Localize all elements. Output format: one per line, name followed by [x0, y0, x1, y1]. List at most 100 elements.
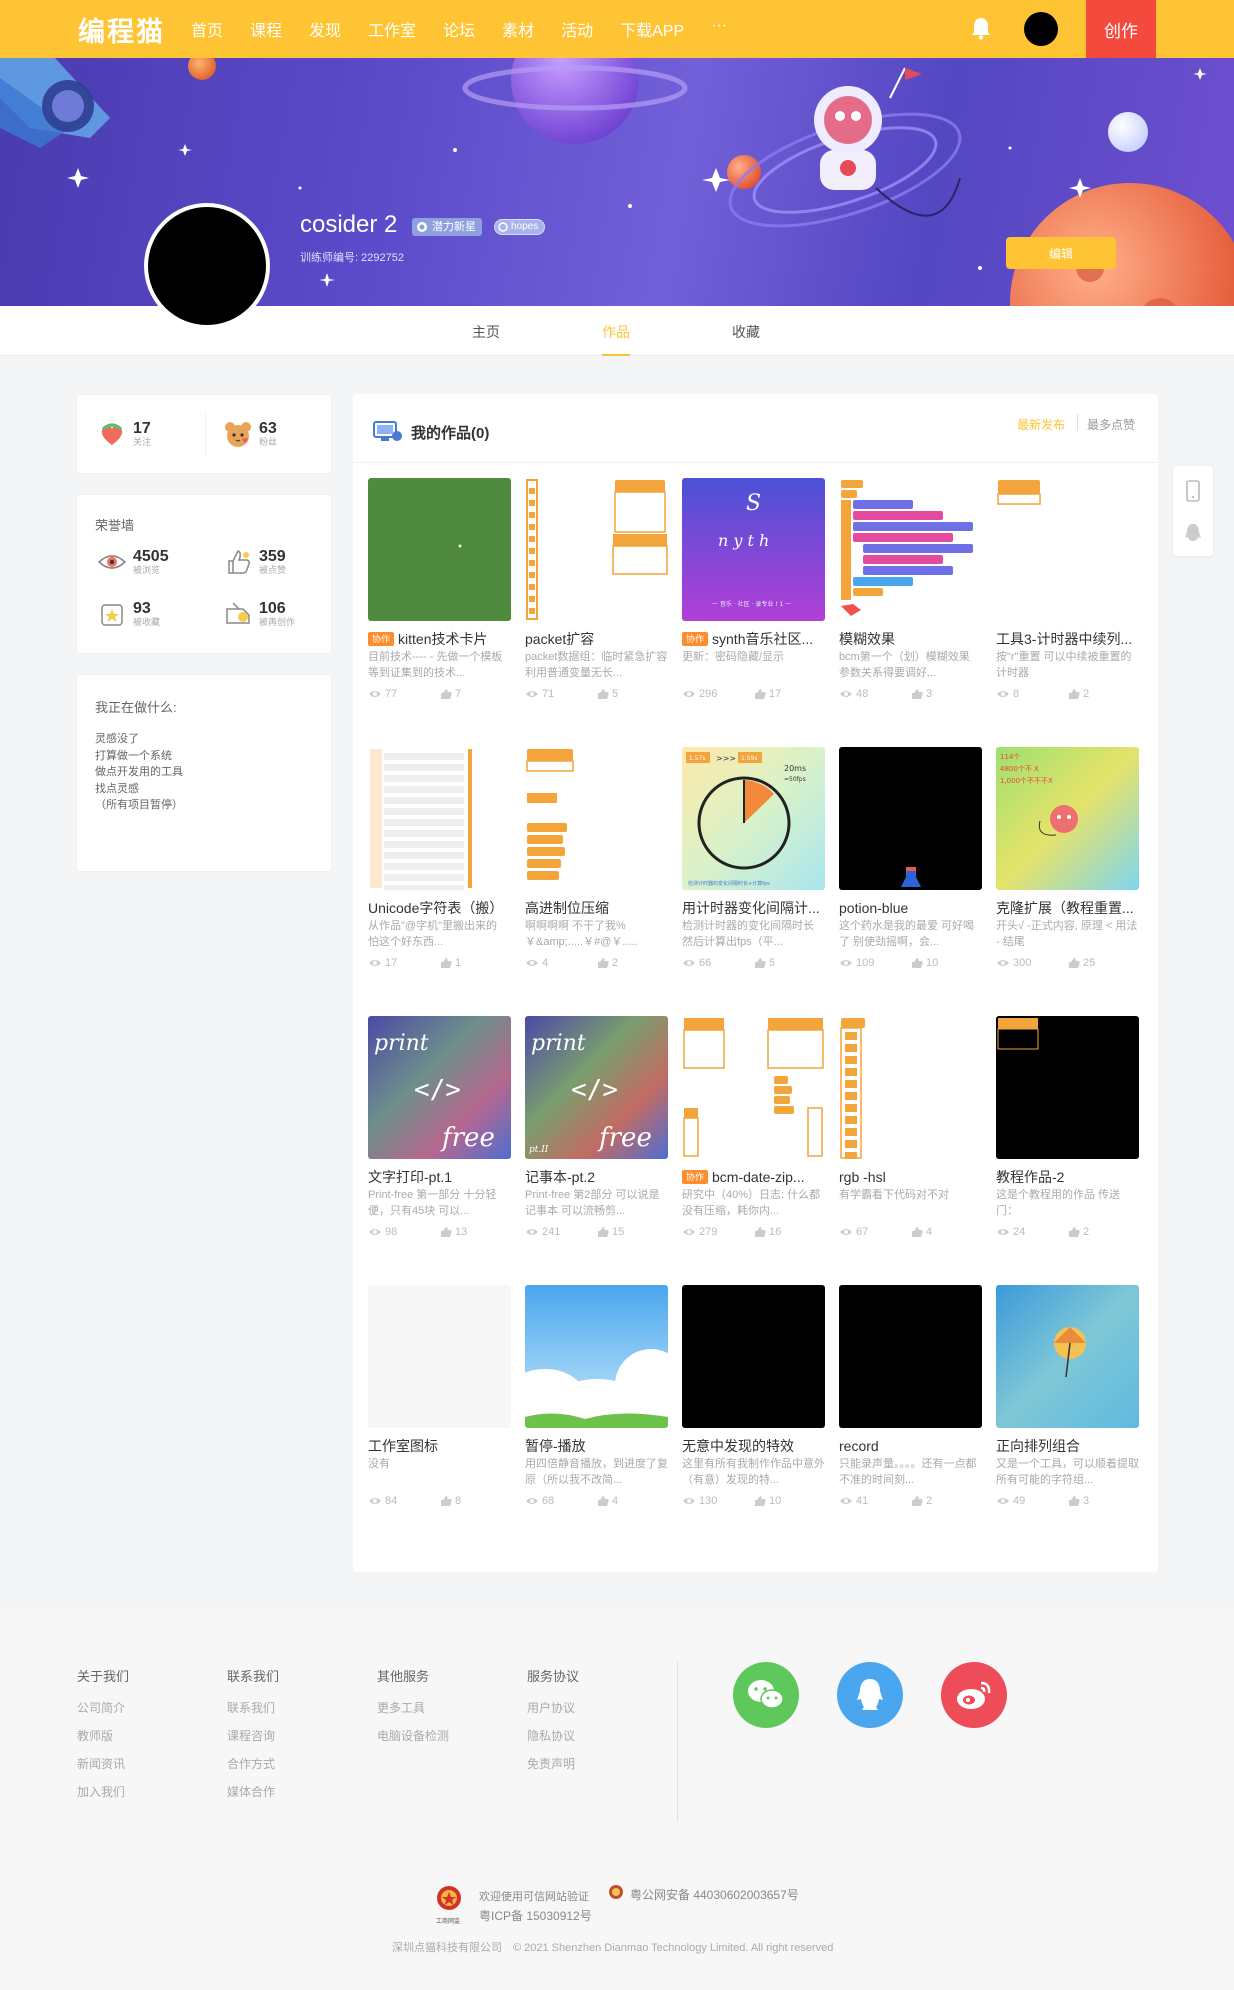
tab-home[interactable]: 主页 [472, 322, 500, 342]
footer-link[interactable]: 公司简介 [77, 1699, 129, 1716]
work-title[interactable]: packet扩容 [525, 629, 594, 649]
nav-link-materials[interactable]: 素材 [502, 17, 534, 41]
work-title[interactable]: 正向排列组合 [996, 1436, 1080, 1456]
nav-link-courses[interactable]: 课程 [250, 17, 282, 41]
footer-link[interactable]: 电脑设备检测 [377, 1727, 449, 1744]
work-card[interactable]: 教程作品-2 这是个教程用的作品 传送门： 24 2 [996, 1016, 1139, 1239]
trusted-site-seal-icon[interactable] [434, 1884, 464, 1916]
work-title[interactable]: 记事本-pt.2 [525, 1167, 595, 1187]
footer-link[interactable]: 媒体合作 [227, 1783, 279, 1800]
work-card[interactable]: 1.57s >>> 1.59s 20ms =50fps 检测计时器的变化间隔时长+计算fp… [682, 747, 825, 970]
nav-link-download[interactable]: 下载APP [620, 17, 684, 41]
work-thumbnail[interactable] [368, 1285, 511, 1428]
work-title[interactable]: 高进制位压缩 [525, 898, 609, 918]
tab-favorites[interactable]: 收藏 [732, 322, 760, 342]
site-logo[interactable]: 编程猫 [78, 10, 165, 49]
work-thumbnail[interactable] [839, 747, 982, 890]
police-record[interactable]: 粤公网安备 44030602003657号 [630, 1886, 799, 1903]
work-thumbnail[interactable]: 1.57s >>> 1.59s 20ms =50fps 检测计时器的变化间隔时长+计算fp… [682, 747, 825, 890]
work-thumbnail[interactable] [996, 1285, 1139, 1428]
work-title[interactable]: 工具3-计时器中续列... [996, 629, 1132, 649]
work-thumbnail[interactable] [682, 1285, 825, 1428]
work-card[interactable]: 暂停-播放 用四倍静音播放，到进度了复原（所以我不改简... 68 4 [525, 1285, 668, 1508]
qq-icon[interactable] [1184, 522, 1202, 544]
work-title[interactable]: 用计时器变化间隔计... [682, 898, 820, 918]
work-thumbnail[interactable] [368, 478, 511, 621]
work-title[interactable]: rgb -hsl [839, 1169, 886, 1185]
nav-link-activity[interactable]: 活动 [561, 17, 593, 41]
work-title[interactable]: 教程作品-2 [996, 1167, 1064, 1187]
work-title[interactable]: potion-blue [839, 900, 908, 916]
footer-link[interactable]: 更多工具 [377, 1699, 449, 1716]
nav-link-studio[interactable]: 工作室 [368, 17, 416, 41]
footer-link[interactable]: 教师版 [77, 1727, 129, 1744]
bell-icon[interactable] [970, 16, 992, 40]
work-title[interactable]: 暂停-播放 [525, 1436, 586, 1456]
nav-avatar[interactable] [1024, 12, 1058, 46]
work-card[interactable]: print </> free pt.II 记事本-pt.2 Print-free 第2部分… [525, 1016, 668, 1239]
work-thumbnail[interactable] [525, 478, 668, 621]
weibo-icon[interactable] [941, 1662, 1007, 1728]
work-card[interactable]: rgb -hsl 有学霸看下代码对不对 67 4 [839, 1016, 982, 1239]
nav-link-home[interactable]: 首页 [191, 17, 223, 41]
work-thumbnail[interactable]: print </> free pt.II [525, 1016, 668, 1159]
wechat-icon[interactable] [733, 1662, 799, 1728]
work-card[interactable]: 无意中发现的特效 这里有所有我制作作品中意外（有意）发现的特... 130 10 [682, 1285, 825, 1508]
work-title[interactable]: record [839, 1438, 879, 1454]
work-thumbnail[interactable] [996, 478, 1139, 621]
work-thumbnail[interactable] [996, 1016, 1139, 1159]
work-card[interactable]: 工作室图标 没有 84 8 [368, 1285, 511, 1508]
work-thumbnail[interactable] [682, 1016, 825, 1159]
footer-link[interactable]: 课程咨询 [227, 1727, 279, 1744]
work-title[interactable]: Unicode字符表（搬） [368, 898, 503, 918]
work-card[interactable]: 正向排列组合 又是一个工具，可以顺着提取所有可能的字符组... 49 3 [996, 1285, 1139, 1508]
work-card[interactable]: packet扩容 packet数据组：临时紧急扩容 利用普通变量无长... 71 5 [525, 478, 668, 701]
footer-link[interactable]: 用户协议 [527, 1699, 579, 1716]
work-card[interactable]: 高进制位压缩 啊啊啊啊 不干了我% ￥&amp;.....￥#@￥..... 4 2 [525, 747, 668, 970]
work-title[interactable]: kitten技术卡片 [398, 629, 487, 649]
footer-link[interactable]: 加入我们 [77, 1783, 129, 1800]
work-card[interactable]: 工具3-计时器中续列... 按"r"重置 可以中续被重置的计时器 8 2 [996, 478, 1139, 701]
work-thumbnail[interactable]: Sn y t h 一 音乐 · 社区 · 录专业 ! 1 一 [682, 478, 825, 621]
nav-link-discover[interactable]: 发现 [309, 17, 341, 41]
nav-more-button[interactable]: ··· [711, 17, 727, 41]
fans-stat[interactable]: 63 粉丝 [223, 419, 277, 449]
work-thumbnail[interactable] [839, 478, 982, 621]
footer-link[interactable]: 新闻资讯 [77, 1755, 129, 1772]
create-button[interactable]: 创作 [1086, 0, 1156, 58]
tab-works[interactable]: 作品 [602, 322, 630, 342]
work-thumbnail[interactable] [368, 747, 511, 890]
icp-number[interactable]: 粤ICP备 15030912号 [479, 1907, 592, 1924]
work-title[interactable]: bcm-date-zip... [712, 1169, 805, 1185]
work-thumbnail[interactable]: 114个 4800个不 X 1,000个不不不X [996, 747, 1139, 890]
work-card[interactable]: record 只能录声量。。。。还有一点都不准的时间刻... 41 2 [839, 1285, 982, 1508]
qq-social-icon[interactable] [837, 1662, 903, 1728]
work-thumbnail[interactable] [525, 1285, 668, 1428]
footer-link[interactable]: 合作方式 [227, 1755, 279, 1772]
nav-link-forum[interactable]: 论坛 [443, 17, 475, 41]
work-title[interactable]: 文字打印-pt.1 [368, 1167, 452, 1187]
edit-profile-button[interactable]: 编辑 [1006, 237, 1116, 269]
work-thumbnail[interactable] [525, 747, 668, 890]
footer-link[interactable]: 联系我们 [227, 1699, 279, 1716]
phone-icon[interactable] [1184, 480, 1202, 502]
work-card[interactable]: print </> free 文字打印-pt.1 Print-free 第一部分 十分轻… [368, 1016, 511, 1239]
sort-newest[interactable]: 最新发布 [1017, 416, 1065, 433]
work-card[interactable]: 协作 kitten技术卡片 目前技术---- - 先做一个模板 等到证集到的技术..… [368, 478, 511, 701]
work-card[interactable]: Unicode字符表（搬） 从作品"@字机"里搬出来的 怕这个好东西... 17 1 [368, 747, 511, 970]
trusted-site-text[interactable]: 欢迎使用可信网站验证 [479, 1888, 589, 1904]
work-card[interactable]: 模糊效果 bcm第一个（划）模糊效果 参数关系得要调好... 48 3 [839, 478, 982, 701]
work-title[interactable]: 工作室图标 [368, 1436, 438, 1456]
work-title[interactable]: 无意中发现的特效 [682, 1436, 794, 1456]
work-title[interactable]: 模糊效果 [839, 629, 895, 649]
work-card[interactable]: 协作 bcm-date-zip... 研究中（40%）日志: 什么都没有压缩，耗你内… [682, 1016, 825, 1239]
work-thumbnail[interactable] [839, 1016, 982, 1159]
work-card[interactable]: 114个 4800个不 X 1,000个不不不X 克隆扩展（教程重置... 开头√ -正… [996, 747, 1139, 970]
follow-stat[interactable]: 17 关注 [97, 419, 151, 449]
work-thumbnail[interactable] [839, 1285, 982, 1428]
sort-most-liked[interactable]: 最多点赞 [1087, 416, 1135, 433]
footer-link[interactable]: 免责声明 [527, 1755, 579, 1772]
work-title[interactable]: synth音乐社区... [712, 629, 813, 649]
work-card[interactable]: Sn y t h 一 音乐 · 社区 · 录专业 ! 1 一协作 synth音乐社区… [682, 478, 825, 701]
footer-link[interactable]: 隐私协议 [527, 1727, 579, 1744]
